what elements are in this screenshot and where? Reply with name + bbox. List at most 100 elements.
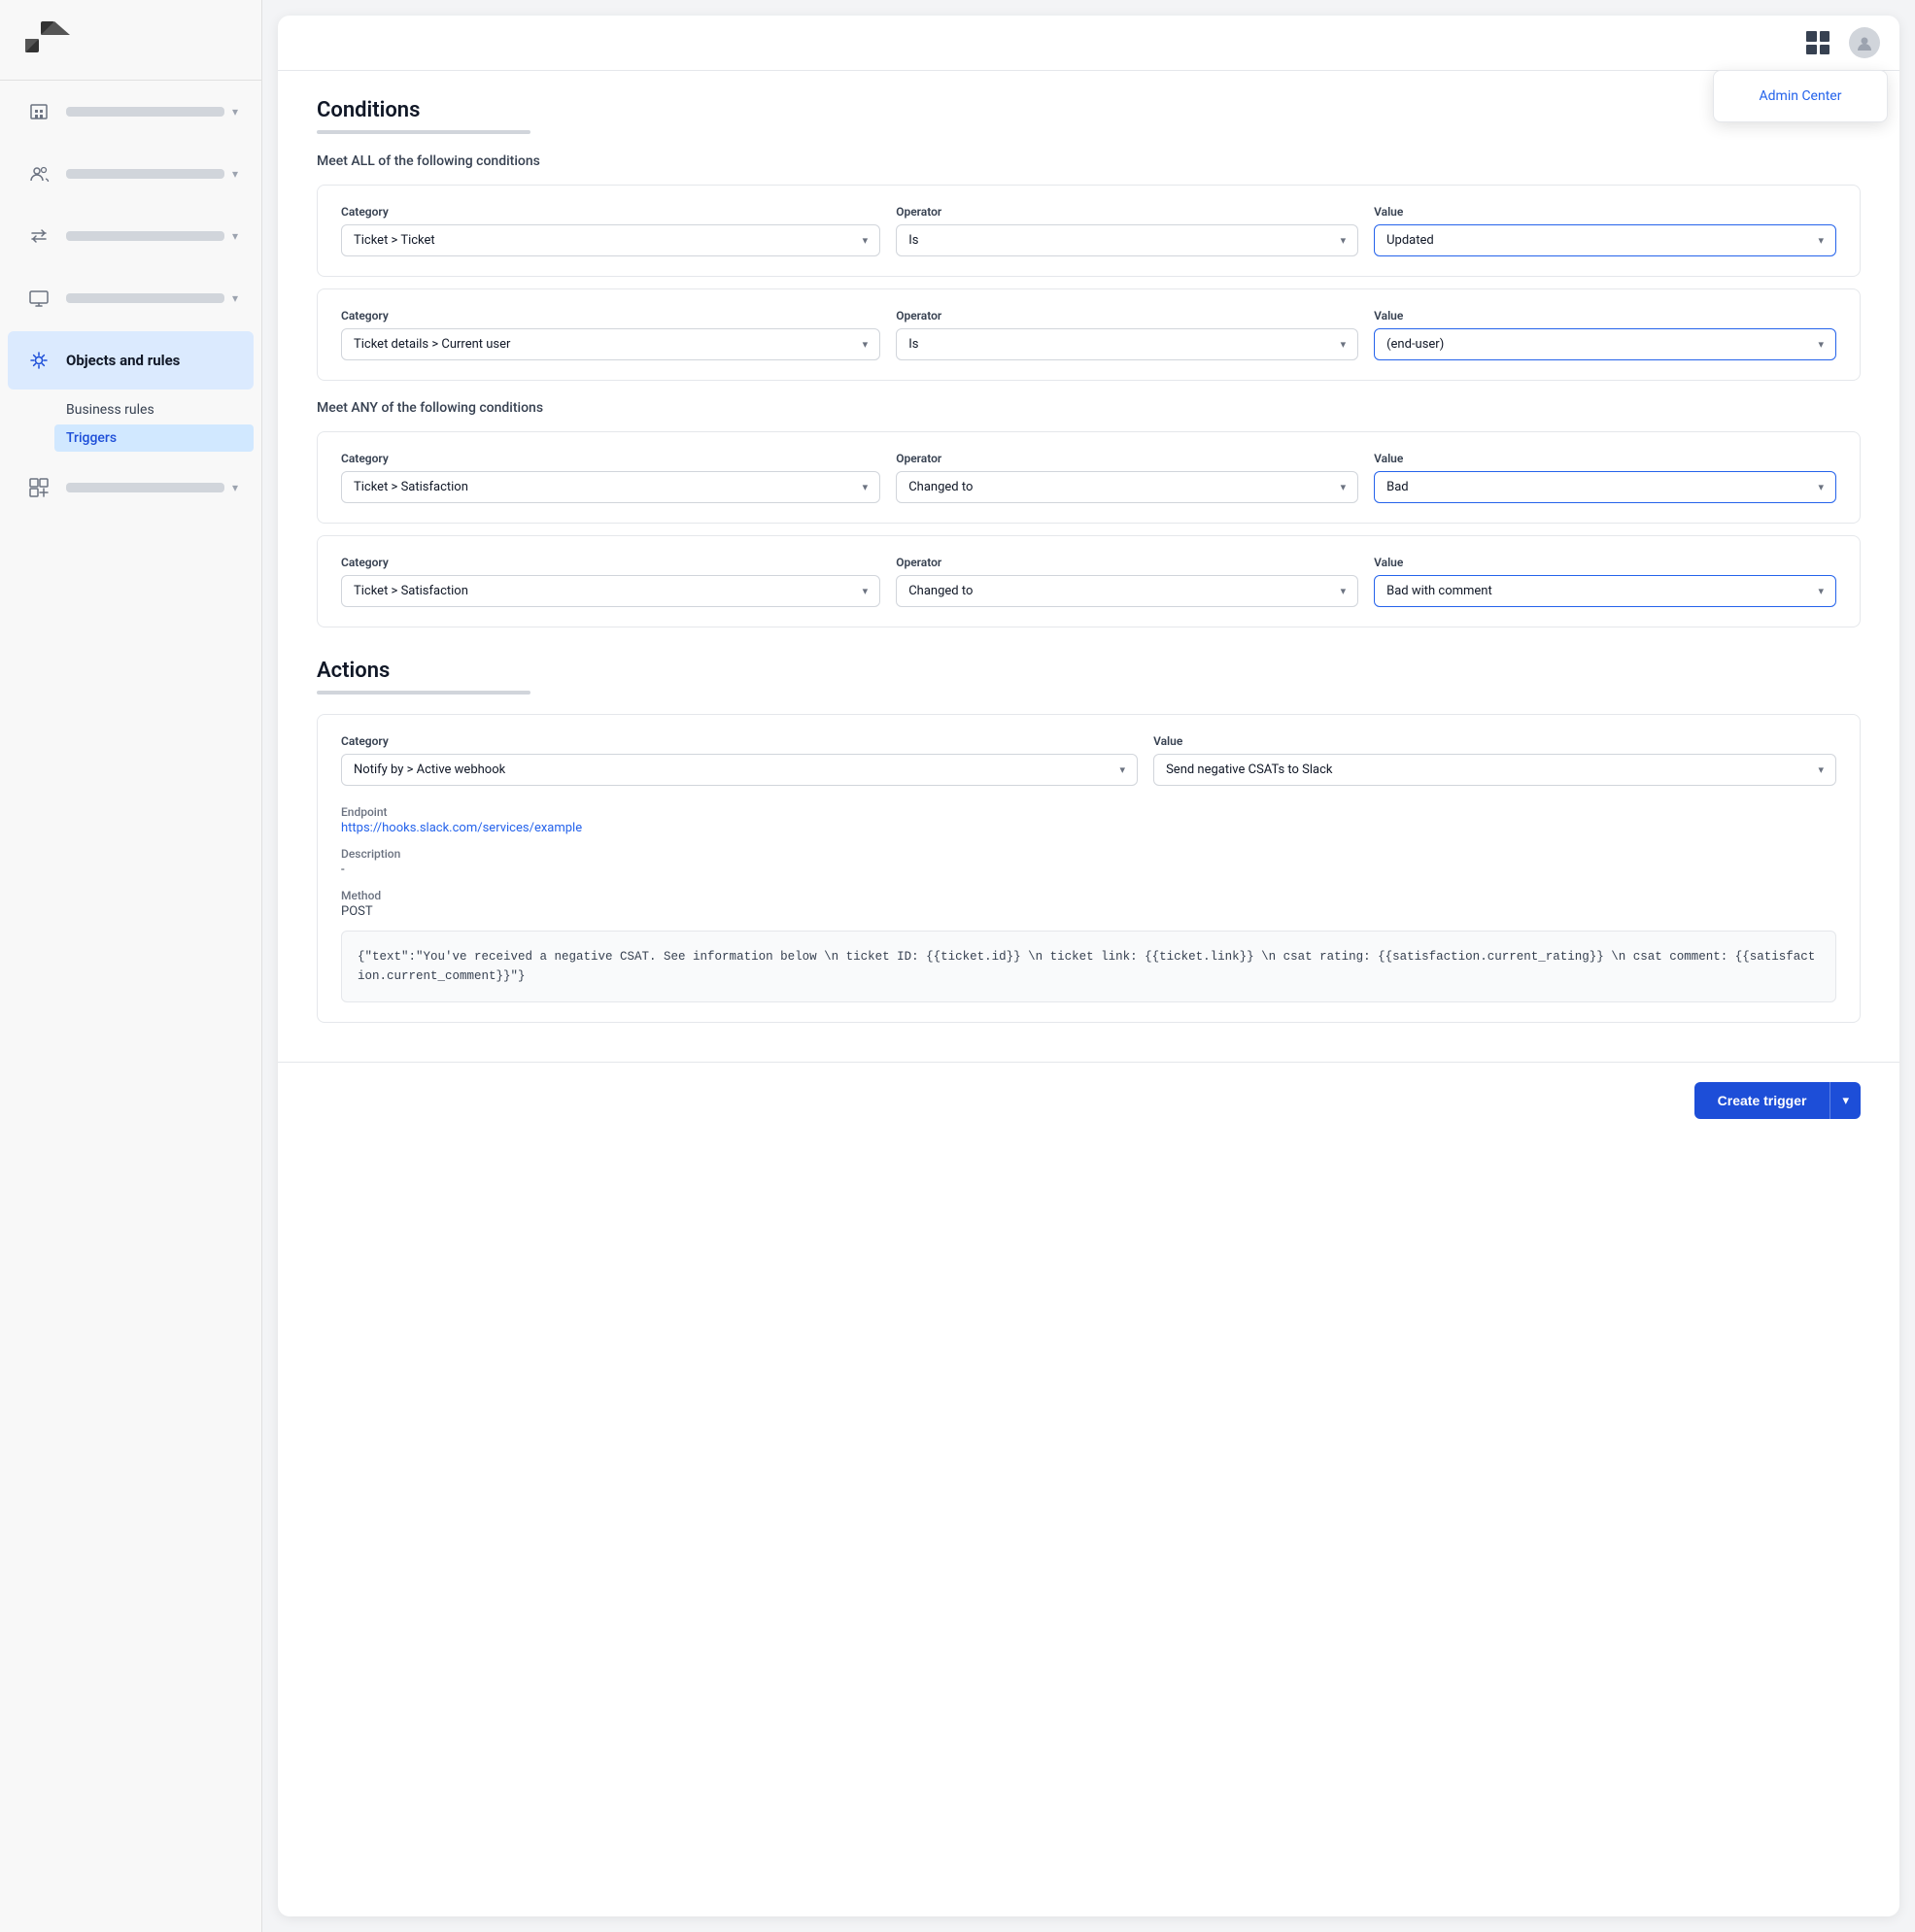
sidebar-item-transfers[interactable]: ▾ [8,207,254,265]
value-label-2: Value [1374,309,1836,322]
operator-label-4: Operator [896,556,1358,569]
chevron-down-icon: ▾ [1341,481,1347,493]
value-field-4: Value Bad with comment ▾ [1374,556,1836,607]
condition-card-1: Category Ticket > Ticket ▾ Operator Is ▾ [317,185,1861,277]
zendesk-logo [23,21,70,56]
grid-dot [1806,45,1817,55]
category-select-2[interactable]: Ticket details > Current user ▾ [341,328,880,360]
action-main-row: Category Notify by > Active webhook ▾ Va… [341,734,1836,786]
value-label-3: Value [1374,452,1836,465]
condition-card-3: Category Ticket > Satisfaction ▾ Operato… [317,431,1861,524]
chevron-down-icon: ▾ [1341,234,1347,247]
operator-label-3: Operator [896,452,1358,465]
apps-icon [23,472,54,503]
chevron-down-icon: ▾ [863,338,869,351]
grid-dot [1820,45,1830,55]
operator-label-2: Operator [896,309,1358,322]
endpoint-label: Endpoint [341,805,1836,819]
condition-card-2: Category Ticket details > Current user ▾… [317,288,1861,381]
grid-apps-button[interactable] [1802,27,1833,58]
action-category-select[interactable]: Notify by > Active webhook ▾ [341,754,1138,786]
buildings-icon [23,96,54,127]
action-value-label: Value [1153,734,1836,748]
admin-center-link[interactable]: Admin Center [1714,79,1887,114]
conditions-section: Conditions Meet ALL of the following con… [317,98,1861,627]
sidebar-item-buildings[interactable]: ▾ [8,83,254,141]
operator-select-2[interactable]: Is ▾ [896,328,1358,360]
code-block: {"text":"You've received a negative CSAT… [341,931,1836,1002]
screen-icon [23,283,54,314]
nav-label-bar [66,107,224,117]
action-value-field: Value Send negative CSATs to Slack ▾ [1153,734,1836,786]
category-label-4: Category [341,556,880,569]
category-field-2: Category Ticket details > Current user ▾ [341,309,880,360]
bottom-bar: Create trigger ▾ [278,1062,1899,1138]
category-select-4[interactable]: Ticket > Satisfaction ▾ [341,575,880,607]
value-select-4[interactable]: Bad with comment ▾ [1374,575,1836,607]
chevron-down-icon: ▾ [232,105,238,119]
chevron-down-icon: ▾ [1842,1093,1849,1107]
endpoint-value: https://hooks.slack.com/services/example [341,821,1836,835]
operator-select-3[interactable]: Changed to ▾ [896,471,1358,503]
condition-row-3: Category Ticket > Satisfaction ▾ Operato… [341,452,1836,503]
chevron-down-icon: ▾ [1341,585,1347,597]
condition-row-1: Category Ticket > Ticket ▾ Operator Is ▾ [341,205,1836,256]
condition-row-2: Category Ticket details > Current user ▾… [341,309,1836,360]
value-select-2[interactable]: (end-user) ▾ [1374,328,1836,360]
chevron-down-icon: ▾ [1341,338,1347,351]
operator-field-2: Operator Is ▾ [896,309,1358,360]
method-value: POST [341,904,1836,919]
chevron-down-icon: ▾ [1818,585,1824,597]
user-avatar[interactable] [1849,27,1880,58]
sidebar-item-triggers[interactable]: Triggers [54,424,254,452]
category-select-1[interactable]: Ticket > Ticket ▾ [341,224,880,256]
chevron-down-icon: ▾ [863,481,869,493]
main-content: Admin Center Conditions Meet ALL of the … [278,16,1899,1916]
category-select-3[interactable]: Ticket > Satisfaction ▾ [341,471,880,503]
value-field-3: Value Bad ▾ [1374,452,1836,503]
value-select-3[interactable]: Bad ▾ [1374,471,1836,503]
value-select-1[interactable]: Updated ▾ [1374,224,1836,256]
meet-any-label: Meet ANY of the following conditions [317,400,1861,416]
create-trigger-dropdown-button[interactable]: ▾ [1830,1082,1861,1119]
chevron-down-icon: ▾ [232,291,238,305]
chevron-down-icon: ▾ [232,167,238,181]
conditions-divider [317,130,530,134]
action-value-select[interactable]: Send negative CSATs to Slack ▾ [1153,754,1836,786]
create-trigger-button[interactable]: Create trigger [1694,1082,1830,1119]
condition-row-4: Category Ticket > Satisfaction ▾ Operato… [341,556,1836,607]
actions-title: Actions [317,659,1861,683]
nav-label-bar [66,169,224,179]
chevron-down-icon: ▾ [1818,763,1824,776]
category-label-2: Category [341,309,880,322]
description-label: Description [341,847,1836,861]
top-bar: Admin Center [278,16,1899,71]
transfer-icon [23,220,54,252]
condition-card-4: Category Ticket > Satisfaction ▾ Operato… [317,535,1861,627]
sidebar: ▾ ▾ ▾ ▾ Objects and rules Business rules [0,0,262,1932]
operator-select-4[interactable]: Changed to ▾ [896,575,1358,607]
chevron-down-icon: ▾ [1818,234,1824,247]
nav-label-bar [66,293,224,303]
admin-center-dropdown: Admin Center [1713,70,1888,122]
endpoint-row: Endpoint https://hooks.slack.com/service… [341,805,1836,835]
chevron-down-icon: ▾ [1818,481,1824,493]
sidebar-item-people[interactable]: ▾ [8,145,254,203]
people-icon [23,158,54,189]
description-value: - [341,863,1836,877]
operator-field-4: Operator Changed to ▾ [896,556,1358,607]
method-row: Method POST [341,889,1836,919]
actions-divider [317,691,530,695]
sidebar-item-apps[interactable]: ▾ [8,458,254,517]
sidebar-item-screen[interactable]: ▾ [8,269,254,327]
conditions-title: Conditions [317,98,1861,122]
operator-field-3: Operator Changed to ▾ [896,452,1358,503]
sidebar-item-objects-rules[interactable]: Objects and rules [8,331,254,390]
operator-select-1[interactable]: Is ▾ [896,224,1358,256]
action-category-field: Category Notify by > Active webhook ▾ [341,734,1138,786]
category-field-4: Category Ticket > Satisfaction ▾ [341,556,880,607]
sidebar-item-business-rules[interactable]: Business rules [54,396,254,424]
category-label-3: Category [341,452,880,465]
chevron-down-icon: ▾ [863,234,869,247]
category-label-1: Category [341,205,880,219]
